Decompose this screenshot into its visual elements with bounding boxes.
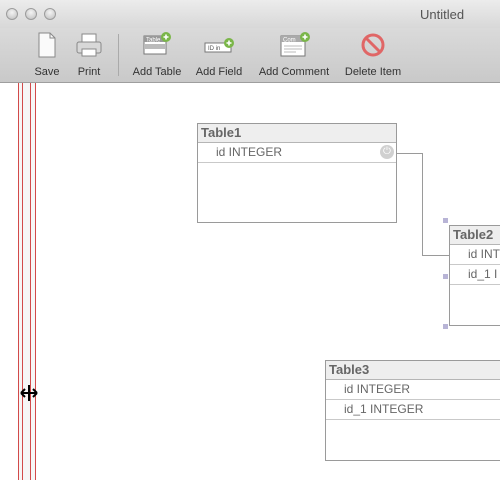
- save-button[interactable]: Save: [30, 28, 64, 82]
- add-field-icon: ID in: [204, 38, 234, 53]
- table-field-row[interactable]: id_1 INTEGER: [326, 400, 500, 420]
- table-name: Table3: [326, 361, 500, 380]
- svg-text:ID in: ID in: [208, 46, 220, 52]
- relation-line: [396, 153, 423, 154]
- add-comment-button[interactable]: Com Add Comment: [254, 28, 334, 82]
- field-label: id_1 INTEGER: [344, 402, 424, 416]
- relation-line: [422, 153, 423, 255]
- add-comment-label: Add Comment: [258, 66, 330, 78]
- table-entity[interactable]: Table2 id INT id_1 I: [449, 225, 500, 326]
- splitter-inner: [22, 83, 31, 480]
- save-label: Save: [34, 66, 60, 78]
- add-comment-icon: Com: [280, 32, 310, 57]
- relation-line: [422, 255, 450, 256]
- table-field-row[interactable]: id INTEGER: [326, 380, 500, 400]
- selection-handle[interactable]: [443, 274, 448, 279]
- close-window-button[interactable]: [6, 8, 18, 20]
- table-entity[interactable]: Table3 id INTEGER id_1 INTEGER: [325, 360, 500, 461]
- add-field-label: Add Field: [195, 66, 243, 78]
- toolbar-separator: [118, 34, 119, 76]
- save-icon: [38, 32, 56, 58]
- svg-text:Table: Table: [146, 38, 161, 44]
- toolbar: Save Print Table Add Table ID in Add Fie…: [0, 28, 500, 83]
- minimize-window-button[interactable]: [25, 8, 37, 20]
- delete-item-button[interactable]: Delete Item: [340, 28, 406, 82]
- svg-text:Com: Com: [283, 38, 296, 44]
- print-button[interactable]: Print: [72, 28, 106, 82]
- field-label: id INTEGER: [344, 382, 411, 396]
- resize-cursor-icon: [19, 383, 39, 407]
- field-label: id_1 I: [468, 267, 498, 281]
- print-label: Print: [77, 66, 101, 78]
- table-entity[interactable]: Table1 id INTEGER ⏻: [197, 123, 397, 223]
- window-title: Untitled: [420, 7, 465, 22]
- selection-handle[interactable]: [443, 324, 448, 329]
- add-table-label: Add Table: [132, 66, 182, 78]
- table-field-row[interactable]: id_1 I: [450, 265, 500, 285]
- zoom-window-button[interactable]: [44, 8, 56, 20]
- delete-item-label: Delete Item: [344, 66, 402, 78]
- splitter-handle[interactable]: [18, 83, 36, 480]
- selection-handle[interactable]: [443, 218, 448, 223]
- add-table-button[interactable]: Table Add Table: [128, 28, 186, 82]
- title-bar: Untitled: [0, 0, 500, 28]
- field-label: id INT: [468, 247, 500, 261]
- app-window: Untitled Save Print Table Add Table ID i…: [0, 0, 500, 480]
- add-table-icon: Table: [143, 32, 171, 55]
- field-label: id INTEGER: [216, 145, 283, 159]
- table-name: Table1: [198, 124, 396, 143]
- table-name: Table2: [450, 226, 500, 245]
- table-field-row[interactable]: id INTEGER ⏻: [198, 143, 396, 163]
- primary-key-icon: ⏻: [380, 145, 394, 159]
- table-field-row[interactable]: id INT: [450, 245, 500, 265]
- print-icon: [76, 33, 102, 57]
- add-field-button[interactable]: ID in Add Field: [192, 28, 246, 82]
- delete-icon: [361, 33, 385, 57]
